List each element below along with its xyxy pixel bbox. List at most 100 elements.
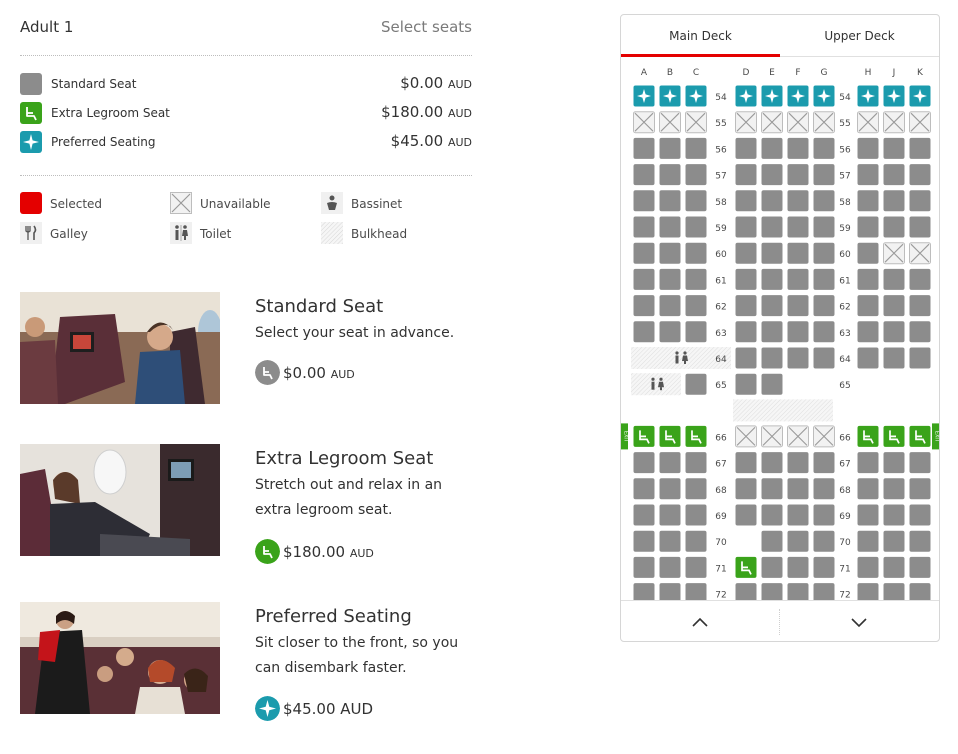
seat-72B[interactable] xyxy=(659,583,681,600)
seat-69K[interactable] xyxy=(909,504,931,526)
seat-68H[interactable] xyxy=(857,478,879,500)
seat-60D[interactable] xyxy=(735,242,757,264)
seat-64K[interactable] xyxy=(909,347,931,369)
seat-64D[interactable] xyxy=(735,347,757,369)
seat-61B[interactable] xyxy=(659,268,681,290)
seat-62K[interactable] xyxy=(909,295,931,317)
seat-63G[interactable] xyxy=(813,321,835,343)
seat-57F[interactable] xyxy=(787,164,809,186)
seat-69D[interactable] xyxy=(735,504,757,526)
seat-69G[interactable] xyxy=(813,504,835,526)
seat-59C[interactable] xyxy=(685,216,707,238)
seat-54H[interactable] xyxy=(857,85,879,107)
seat-59H[interactable] xyxy=(857,216,879,238)
seat-61K[interactable] xyxy=(909,268,931,290)
seat-58J[interactable] xyxy=(883,190,905,212)
seat-56J[interactable] xyxy=(883,137,905,159)
tab-upper-deck[interactable]: Upper Deck xyxy=(780,15,939,57)
seat-72F[interactable] xyxy=(787,583,809,600)
seat-57B[interactable] xyxy=(659,164,681,186)
seat-70A[interactable] xyxy=(633,530,655,552)
seat-63C[interactable] xyxy=(685,321,707,343)
seat-63E[interactable] xyxy=(761,321,783,343)
seat-71C[interactable] xyxy=(685,556,707,578)
seat-67D[interactable] xyxy=(735,452,757,474)
seat-67H[interactable] xyxy=(857,452,879,474)
seat-59D[interactable] xyxy=(735,216,757,238)
seat-60F[interactable] xyxy=(787,242,809,264)
seat-71H[interactable] xyxy=(857,556,879,578)
seat-66J[interactable] xyxy=(883,425,905,447)
seat-68C[interactable] xyxy=(685,478,707,500)
seat-64G[interactable] xyxy=(813,347,835,369)
seat-54E[interactable] xyxy=(761,85,783,107)
seat-62C[interactable] xyxy=(685,295,707,317)
seat-63F[interactable] xyxy=(787,321,809,343)
seat-54B[interactable] xyxy=(659,85,681,107)
seat-54F[interactable] xyxy=(787,85,809,107)
seat-54A[interactable] xyxy=(633,85,655,107)
seat-61G[interactable] xyxy=(813,268,835,290)
seat-57C[interactable] xyxy=(685,164,707,186)
seat-54G[interactable] xyxy=(813,85,835,107)
seat-58G[interactable] xyxy=(813,190,835,212)
tab-main-deck[interactable]: Main Deck xyxy=(621,15,780,57)
seat-70C[interactable] xyxy=(685,530,707,552)
seat-66K[interactable] xyxy=(909,425,931,447)
seat-57H[interactable] xyxy=(857,164,879,186)
seat-70F[interactable] xyxy=(787,530,809,552)
seat-72A[interactable] xyxy=(633,583,655,600)
seat-70K[interactable] xyxy=(909,530,931,552)
seat-71F[interactable] xyxy=(787,556,809,578)
seat-65C[interactable] xyxy=(685,373,707,395)
seat-64F[interactable] xyxy=(787,347,809,369)
seat-62G[interactable] xyxy=(813,295,835,317)
seat-59B[interactable] xyxy=(659,216,681,238)
seat-71J[interactable] xyxy=(883,556,905,578)
seat-64J[interactable] xyxy=(883,347,905,369)
seat-72D[interactable] xyxy=(735,583,757,600)
seat-61A[interactable] xyxy=(633,268,655,290)
seat-63J[interactable] xyxy=(883,321,905,343)
scroll-up-button[interactable] xyxy=(621,601,779,641)
seat-62D[interactable] xyxy=(735,295,757,317)
seat-63B[interactable] xyxy=(659,321,681,343)
seat-58K[interactable] xyxy=(909,190,931,212)
seat-68D[interactable] xyxy=(735,478,757,500)
seat-60B[interactable] xyxy=(659,242,681,264)
seat-62J[interactable] xyxy=(883,295,905,317)
seat-68B[interactable] xyxy=(659,478,681,500)
seat-70E[interactable] xyxy=(761,530,783,552)
seat-57E[interactable] xyxy=(761,164,783,186)
seat-70H[interactable] xyxy=(857,530,879,552)
seat-58E[interactable] xyxy=(761,190,783,212)
seat-58H[interactable] xyxy=(857,190,879,212)
seat-56B[interactable] xyxy=(659,137,681,159)
seat-57K[interactable] xyxy=(909,164,931,186)
seat-59F[interactable] xyxy=(787,216,809,238)
seat-56F[interactable] xyxy=(787,137,809,159)
seat-56H[interactable] xyxy=(857,137,879,159)
seat-61E[interactable] xyxy=(761,268,783,290)
scroll-down-button[interactable] xyxy=(780,601,938,641)
seat-72H[interactable] xyxy=(857,583,879,600)
seat-66H[interactable] xyxy=(857,425,879,447)
seat-59A[interactable] xyxy=(633,216,655,238)
seat-54D[interactable] xyxy=(735,85,757,107)
seat-70J[interactable] xyxy=(883,530,905,552)
seat-68J[interactable] xyxy=(883,478,905,500)
seat-71E[interactable] xyxy=(761,556,783,578)
seat-67B[interactable] xyxy=(659,452,681,474)
seat-62B[interactable] xyxy=(659,295,681,317)
seat-69J[interactable] xyxy=(883,504,905,526)
seat-68K[interactable] xyxy=(909,478,931,500)
seat-61H[interactable] xyxy=(857,268,879,290)
seat-72K[interactable] xyxy=(909,583,931,600)
seat-67G[interactable] xyxy=(813,452,835,474)
seat-56A[interactable] xyxy=(633,137,655,159)
seat-69C[interactable] xyxy=(685,504,707,526)
seat-60E[interactable] xyxy=(761,242,783,264)
seat-67C[interactable] xyxy=(685,452,707,474)
seat-61D[interactable] xyxy=(735,268,757,290)
seat-59K[interactable] xyxy=(909,216,931,238)
